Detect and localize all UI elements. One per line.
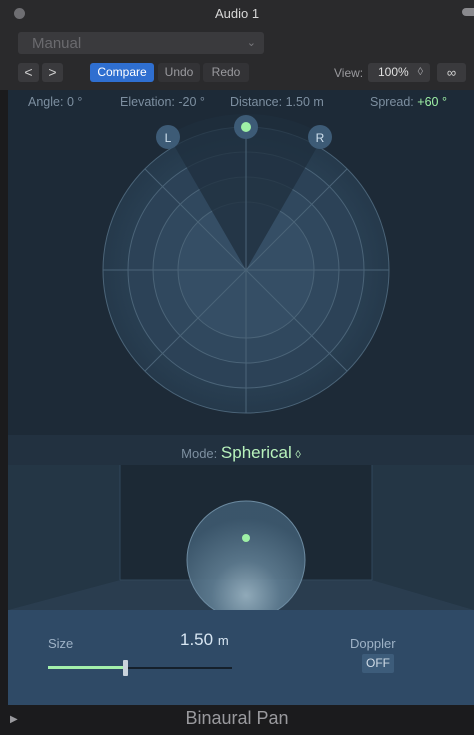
toolbar: < > Compare Undo Redo View: 100% ◊ ∞ (0, 60, 474, 90)
mode-section: Mode: Spherical ◊ (8, 435, 474, 610)
undo-button[interactable]: Undo (158, 63, 200, 82)
plugin-name: Binaural Pan (185, 708, 289, 728)
polar-panner[interactable]: L R (8, 110, 474, 435)
mode-value: Spherical (220, 443, 292, 462)
plugin-panel: Angle: 0 ° Elevation: -20 ° Distance: 1.… (8, 90, 474, 705)
window-resize-handle[interactable] (462, 8, 474, 16)
previous-preset-button[interactable]: < (18, 63, 39, 82)
preset-dropdown[interactable]: Manual ⌄ (18, 32, 264, 54)
bottom-controls: Size 1.50 m Doppler OFF (8, 610, 474, 705)
elevation-readout: Elevation: -20 ° (120, 95, 205, 109)
panner-spokes (103, 127, 389, 413)
size-value: 1.50 (180, 630, 214, 649)
view-zoom-value: 100% (378, 65, 409, 79)
preset-value: Manual (32, 35, 82, 52)
source-position-dot[interactable] (241, 122, 251, 132)
link-button[interactable]: ∞ (437, 63, 466, 82)
distance-label: Distance: (230, 95, 283, 109)
size-label: Size (48, 636, 74, 651)
elevation-value: -20 ° (178, 95, 205, 109)
right-channel-label: R (316, 131, 325, 145)
size-unit: m (217, 633, 229, 648)
spread-readout: Spread: +60 ° (370, 95, 447, 109)
view-label: View: (334, 66, 364, 80)
updown-chevron-icon: ◊ (417, 66, 423, 78)
size-slider-fill (48, 666, 125, 669)
size-readout: 1.50 m (180, 630, 229, 650)
view-zoom-select[interactable]: 100% ◊ (368, 63, 430, 82)
distance-readout: Distance: 1.50 m (230, 95, 324, 109)
angle-readout: Angle: 0 ° (28, 95, 82, 109)
size-slider[interactable] (48, 660, 232, 676)
elevation-label: Elevation: (120, 95, 175, 109)
spread-value: +60 ° (417, 95, 447, 109)
next-preset-button[interactable]: > (42, 63, 63, 82)
mode-selector[interactable]: Mode: Spherical ◊ (8, 443, 474, 463)
plugin-footer: ▶ Binaural Pan (0, 705, 474, 735)
preset-bar: Manual ⌄ (0, 28, 474, 60)
size-slider-thumb[interactable] (123, 660, 128, 676)
title-bar: Audio 1 (0, 0, 474, 28)
elevation-source-dot[interactable] (242, 534, 250, 542)
doppler-toggle-button[interactable]: OFF (362, 654, 394, 673)
room-visualizer (8, 465, 474, 610)
compare-button[interactable]: Compare (90, 63, 154, 82)
link-icon: ∞ (446, 65, 457, 80)
left-channel-label: L (165, 131, 172, 145)
angle-label: Angle: (28, 95, 64, 109)
doppler-label: Doppler (350, 636, 396, 651)
mode-label: Mode: (181, 446, 218, 461)
window-title: Audio 1 (214, 6, 260, 21)
distance-value: 1.50 m (285, 95, 324, 109)
redo-button[interactable]: Redo (203, 63, 249, 82)
spread-label: Spread: (370, 95, 414, 109)
angle-value: 0 ° (66, 95, 83, 109)
updown-chevron-icon: ◊ (295, 449, 301, 461)
elevation-sphere[interactable] (186, 500, 306, 610)
chevron-down-icon: ⌄ (246, 37, 256, 49)
